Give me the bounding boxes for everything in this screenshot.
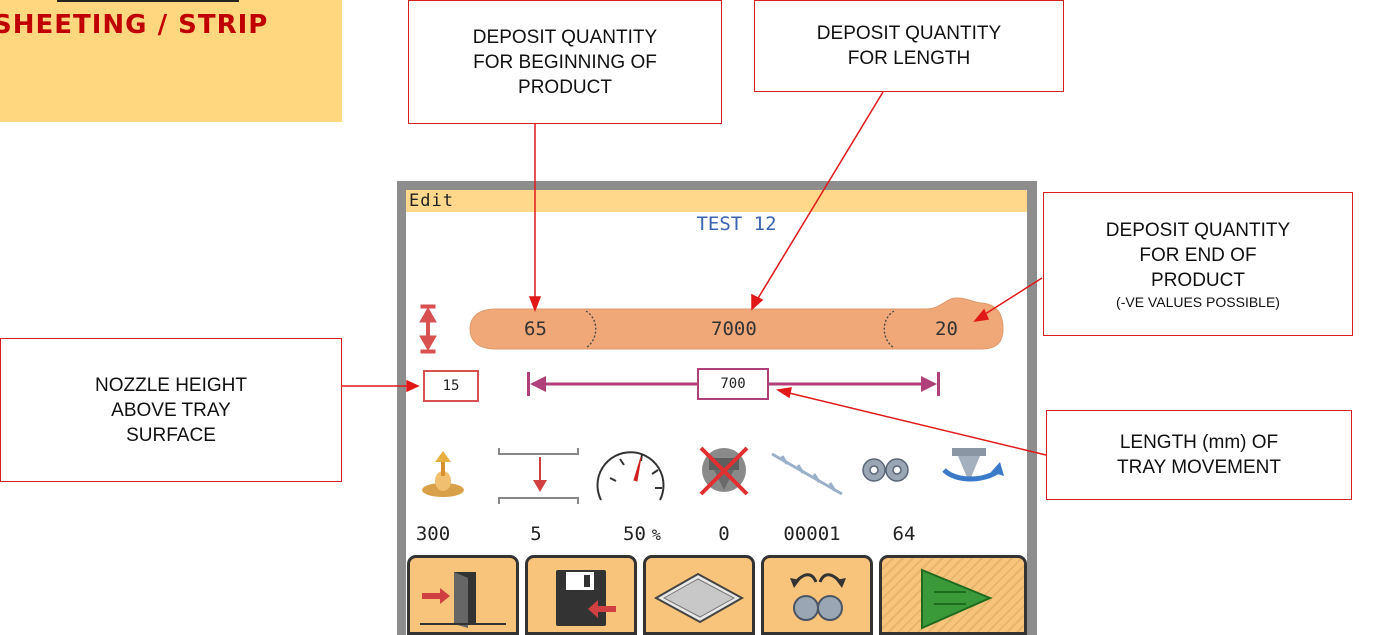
nozzle-height-field[interactable]: 15: [423, 370, 479, 402]
gear-reverse-icon: [790, 573, 846, 621]
callout-line: LENGTH (mm) OF: [1119, 432, 1279, 453]
save-icon: [556, 570, 616, 626]
callout-deposit-begin: DEPOSIT QUANTITY FOR BEGINNING OF PRODUC…: [408, 0, 722, 124]
callout-line: DEPOSIT QUANTITY: [472, 26, 658, 48]
begin-quantity-value[interactable]: 65: [524, 318, 547, 340]
end-quantity-value[interactable]: 20: [935, 318, 958, 340]
speed-value: 50: [623, 523, 646, 545]
tray-icon: [653, 572, 745, 624]
nozzle-rotation-icon[interactable]: [942, 448, 1004, 482]
nozzle-value: 0: [718, 523, 730, 545]
parameter-icons: [422, 446, 1004, 504]
gears-icon[interactable]: [862, 458, 909, 482]
callout-note: (-VE VALUES POSSIBLE): [1116, 293, 1280, 310]
callout-line: FOR END OF: [1139, 244, 1257, 266]
callout-line: DEPOSIT QUANTITY: [1105, 219, 1291, 241]
callout-tray-length: LENGTH (mm) OF TRAY MOVEMENT: [1046, 410, 1352, 500]
deposit-speed-icon[interactable]: [422, 451, 464, 497]
gears-value: 64: [892, 523, 916, 545]
callout-line: FOR BEGINNING OF: [473, 51, 657, 73]
wire-cut-icon[interactable]: [771, 452, 843, 496]
tray-drop-icon[interactable]: [498, 448, 579, 504]
speed-gauge-value: 50%: [602, 523, 682, 545]
length-quantity-value[interactable]: 7000: [711, 318, 757, 340]
gear-reverse-button[interactable]: [761, 555, 873, 635]
callout-line: PRODUCT: [518, 76, 612, 98]
callout-line: SURFACE: [126, 424, 216, 446]
deposit-speed-value: 300: [415, 523, 451, 545]
start-button[interactable]: [879, 555, 1027, 635]
callout-deposit-end: DEPOSIT QUANTITY FOR END OF PRODUCT (-VE…: [1043, 192, 1353, 336]
callout-deposit-length: DEPOSIT QUANTITY FOR LENGTH: [754, 0, 1064, 92]
start-icon: [921, 568, 993, 630]
speed-gauge-icon[interactable]: [596, 451, 665, 501]
disabled-nozzle-icon[interactable]: [699, 446, 749, 496]
exit-button[interactable]: [407, 555, 519, 635]
title-panel: SHEETING / STRIP: [0, 0, 342, 122]
title-rule: [57, 0, 239, 2]
screen-display: Edit TEST 12 65 7000 20 15 700 300 5 50 …: [406, 190, 1027, 635]
exit-icon: [420, 572, 506, 628]
callout-line: FOR LENGTH: [847, 48, 971, 69]
tray-button[interactable]: [643, 555, 755, 635]
callout-line: DEPOSIT QUANTITY: [816, 23, 1002, 44]
speed-unit: %: [651, 526, 661, 544]
tray-length-field[interactable]: 700: [697, 368, 769, 400]
height-arrow-icon: [419, 304, 437, 354]
callout-line: TRAY MOVEMENT: [1117, 457, 1281, 478]
save-button[interactable]: [525, 555, 637, 635]
callout-nozzle-height: NOZZLE HEIGHT ABOVE TRAY SURFACE: [0, 338, 342, 482]
callout-line: PRODUCT: [1151, 269, 1245, 291]
callout-line: ABOVE TRAY: [111, 399, 231, 421]
wire-cut-value: 00001: [783, 523, 841, 545]
callout-line: NOZZLE HEIGHT: [94, 374, 247, 396]
controller-screen: Edit TEST 12 65 7000 20 15 700 300 5 50 …: [397, 181, 1037, 635]
tray-drop-value: 5: [530, 523, 542, 545]
page-title: SHEETING / STRIP: [0, 10, 269, 40]
